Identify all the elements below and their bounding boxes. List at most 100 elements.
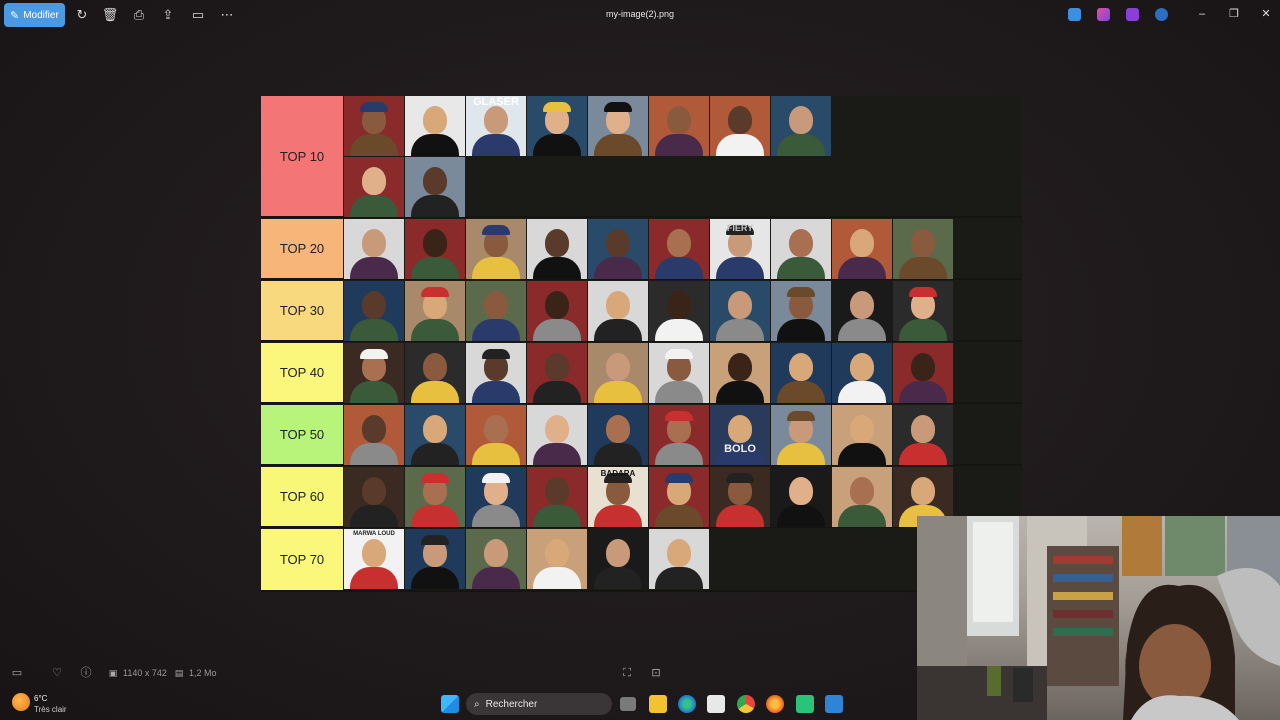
thumbnail-figure-head [484, 539, 508, 567]
edit-icon: ✎ [10, 9, 20, 22]
thumbnail-figure-head [667, 106, 691, 134]
thumbnail-figure-head [362, 539, 386, 567]
close-icon[interactable]: ✕ [1258, 6, 1274, 22]
delete-icon[interactable]: 🗑 [101, 6, 119, 24]
thumbnail-figure-head [789, 106, 813, 134]
task-view-icon[interactable] [620, 697, 636, 711]
artist-thumbnail [832, 281, 892, 341]
filmstrip-icon[interactable]: ▭ [10, 666, 24, 680]
thumbnail-figure-body [350, 195, 398, 217]
thumbnail-figure-body [533, 505, 581, 527]
more-options-icon[interactable]: ⋯ [218, 6, 236, 24]
artist-thumbnail [344, 281, 404, 341]
artist-thumbnail [405, 529, 465, 589]
artist-thumbnail: FIERY [710, 219, 770, 279]
artist-thumbnail [588, 96, 648, 156]
artist-thumbnail [588, 343, 648, 403]
slideshow-icon[interactable]: ▭ [189, 6, 207, 24]
artist-thumbnail [527, 96, 587, 156]
app-icon-designer[interactable] [1126, 8, 1139, 21]
share-icon[interactable]: ⇪ [159, 6, 177, 24]
tier-row: TOP 70 MARWA LOUD [261, 529, 1022, 592]
artist-thumbnail [893, 281, 953, 341]
artist-thumbnail [771, 219, 831, 279]
thumbnail-figure-head [423, 353, 447, 381]
onedrive-icon[interactable] [1155, 8, 1168, 21]
thumbnail-figure-body [899, 443, 947, 465]
search-icon: ⌕ [474, 698, 480, 710]
edit-button[interactable]: ✎ Modifier [4, 3, 65, 27]
thumbnail-figure-cap [665, 473, 693, 483]
thumbnail-figure-body [472, 381, 520, 403]
thumbnail-figure-head [484, 415, 508, 443]
artist-thumbnail [649, 405, 709, 465]
rotate-icon[interactable]: ↻ [73, 6, 91, 24]
edge-browser-icon[interactable] [678, 695, 696, 713]
start-windows-icon[interactable] [441, 695, 459, 713]
artist-thumbnail [771, 96, 831, 156]
store-icon[interactable] [707, 695, 725, 713]
thumbnail-figure-body [899, 381, 947, 403]
artist-thumbnail [893, 219, 953, 279]
minimize-icon[interactable]: – [1194, 6, 1210, 22]
artist-thumbnail [527, 281, 587, 341]
thumbnail-figure-body [411, 567, 459, 589]
artist-thumbnail [527, 219, 587, 279]
thumbnail-figure-body [655, 505, 703, 527]
photos-app-icon[interactable] [825, 695, 843, 713]
thumbnail-figure-body [777, 319, 825, 341]
actual-size-icon[interactable]: ⊡ [649, 666, 663, 680]
webcam-scene [917, 516, 1280, 720]
thumbnail-figure-head [606, 229, 630, 257]
print-icon[interactable]: ⎙ [130, 6, 148, 24]
artist-thumbnail [405, 219, 465, 279]
thumbnail-figure-body [777, 505, 825, 527]
thumbnail-figure-body [655, 567, 703, 589]
artist-thumbnail [466, 343, 526, 403]
thumbnail-figure-head [362, 167, 386, 195]
thumbnail-figure-head [606, 353, 630, 381]
app-icon-photos[interactable] [1068, 8, 1081, 21]
artist-thumbnail [710, 281, 770, 341]
artist-thumbnail [405, 157, 465, 217]
favorite-heart-icon[interactable]: ♡ [50, 666, 64, 680]
thumbnail-figure-cap [421, 287, 449, 297]
restore-icon[interactable]: ❐ [1226, 6, 1242, 22]
thumbnail-figure-head [850, 415, 874, 443]
fit-screen-icon[interactable]: ⛶ [620, 666, 634, 680]
chrome-browser-icon[interactable] [737, 695, 755, 713]
firefox-browser-icon[interactable] [766, 695, 784, 713]
thumbnail-figure-body [472, 134, 520, 156]
spotify-like-app-icon[interactable] [796, 695, 814, 713]
file-explorer-icon[interactable] [649, 695, 667, 713]
artist-thumbnail [588, 529, 648, 589]
artist-thumbnail [344, 405, 404, 465]
app-icon-clipchamp[interactable] [1097, 8, 1110, 21]
taskbar-search[interactable]: ⌕ Rechercher [466, 693, 612, 715]
artist-thumbnail [405, 467, 465, 527]
thumbnail-figure-body [533, 381, 581, 403]
artist-thumbnail [588, 281, 648, 341]
thumbnail-figure-body [716, 134, 764, 156]
image-info-bar: ▭ ♡ ⓘ ▣ 1140 x 742 ▤ 1,2 Mo ⛶ ⊡ [0, 660, 900, 684]
weather-icon[interactable] [12, 693, 30, 711]
thumbnail-figure-body [777, 257, 825, 279]
artist-thumbnail [344, 343, 404, 403]
thumbnail-figure-head [789, 477, 813, 505]
tier-row: TOP 40 [261, 343, 1022, 404]
thumbnail-figure-head [484, 106, 508, 134]
thumbnail-figure-head [362, 477, 386, 505]
tier-label: TOP 60 [261, 467, 343, 526]
artist-thumbnail [527, 529, 587, 589]
thumbnail-figure-body [716, 257, 764, 279]
thumbnail-figure-body [533, 567, 581, 589]
thumbnail-figure-body [533, 319, 581, 341]
info-icon[interactable]: ⓘ [79, 666, 93, 680]
thumbnail-figure-cap [360, 349, 388, 359]
artist-thumbnail [405, 96, 465, 156]
thumbnail-figure-body [350, 134, 398, 156]
artist-thumbnail [649, 467, 709, 527]
thumbnail-figure-cap [482, 225, 510, 235]
thumbnail-figure-body [716, 319, 764, 341]
thumbnail-figure-head [423, 167, 447, 195]
